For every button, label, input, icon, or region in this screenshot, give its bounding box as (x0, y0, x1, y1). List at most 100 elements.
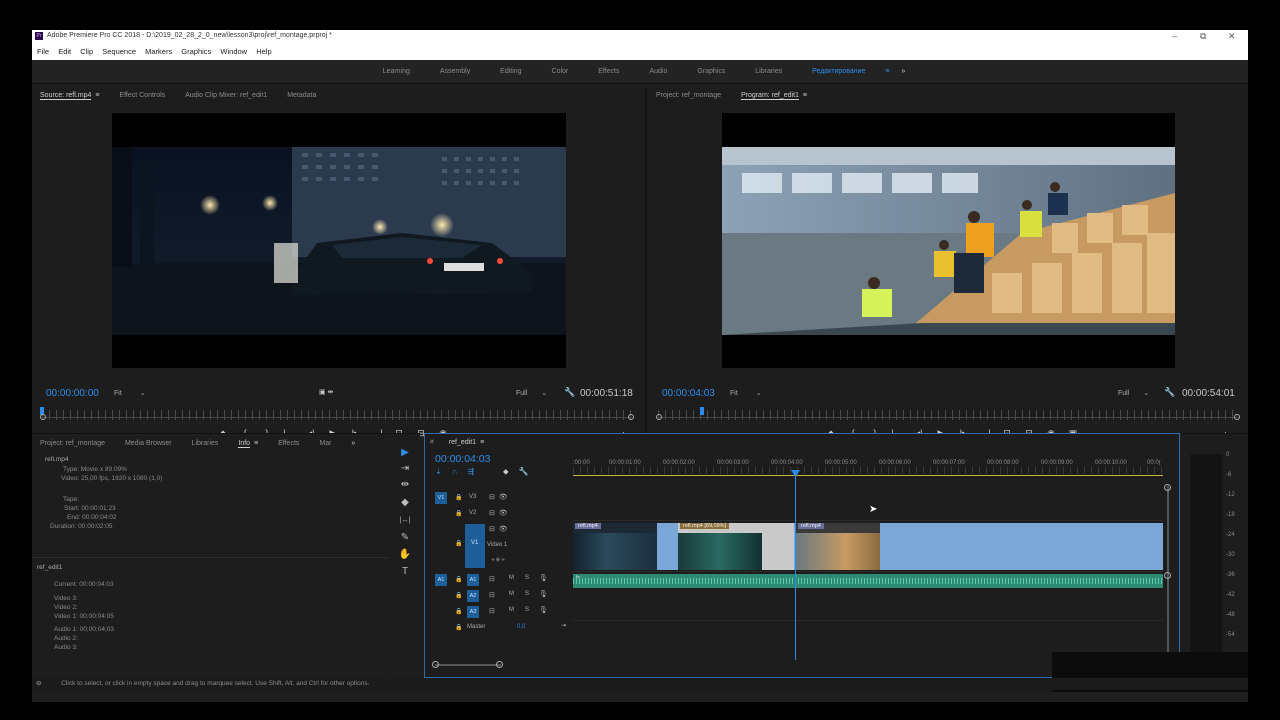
hand-tool-icon[interactable]: ✋ (398, 548, 412, 562)
microphone-icon[interactable]: 🎙 (539, 574, 548, 582)
source-tab-menu-icon[interactable]: ≡ (95, 92, 99, 99)
workspace-redaktirovanie[interactable]: Редактирование (812, 60, 865, 84)
video-clip-selected[interactable]: refl.mp4 [89,09%] (678, 523, 794, 570)
tab-markers[interactable]: Mar (319, 440, 331, 447)
keyframe-nav-icon[interactable]: ◂ ◆ ▸ (491, 556, 505, 563)
workspaces-overflow-icon[interactable]: » (901, 60, 905, 84)
track-a2-target[interactable]: A2 (467, 590, 479, 602)
minimize-icon[interactable]: – (1172, 30, 1177, 42)
program-zoom-bar[interactable] (658, 417, 1238, 418)
microphone-icon[interactable]: 🎙 (539, 590, 548, 598)
selection-tool-icon[interactable]: ▶ (398, 446, 412, 460)
source-patch-v1[interactable]: V1 (435, 492, 447, 504)
slip-tool-icon[interactable]: |↔| (398, 514, 412, 528)
menu-sequence[interactable]: Sequence (102, 47, 136, 56)
go-to-end-icon[interactable]: ⇥ (561, 622, 566, 629)
track-lock-icon[interactable]: 🔒 (455, 576, 462, 583)
workspace-assembly[interactable]: Assembly (440, 60, 470, 84)
timeline-options-icons[interactable]: ⇣∩⇶ (435, 467, 484, 476)
source-quality-dropdown[interactable]: Full ⌄ (516, 389, 547, 397)
audio-clip[interactable]: fx (573, 574, 1163, 588)
wrench-icon[interactable]: 🔧 (1164, 387, 1175, 398)
pen-tool-icon[interactable]: ✎ (398, 531, 412, 545)
toggle-sync-icon[interactable]: ⊟ 👁 (489, 493, 508, 501)
tab-project-montage[interactable]: Project: ref_montage (40, 440, 105, 447)
track-lock-icon[interactable]: 🔒 (455, 540, 462, 547)
mute-button[interactable]: M (509, 591, 514, 597)
zoom-handle-right[interactable] (1234, 414, 1240, 420)
program-playhead[interactable] (700, 407, 704, 415)
type-tool-icon[interactable]: T (398, 565, 412, 579)
mute-button[interactable]: M (509, 607, 514, 613)
timeline-vertical-scrollbar[interactable] (1167, 486, 1169, 656)
close-icon[interactable]: ✕ (1228, 30, 1236, 42)
workspace-color[interactable]: Color (552, 60, 569, 84)
menu-edit[interactable]: Edit (58, 47, 71, 56)
tab-effect-controls[interactable]: Effect Controls (119, 92, 165, 99)
workspace-graphics[interactable]: Graphics (697, 60, 725, 84)
timeline-scrollbar[interactable] (435, 664, 501, 666)
workspace-libraries[interactable]: Libraries (755, 60, 782, 84)
source-fit-dropdown[interactable]: Fit ⌄ (114, 389, 146, 397)
tab-program[interactable]: Program: ref_edit1 (740, 92, 799, 100)
vscroll-handle-top[interactable] (1164, 484, 1171, 491)
program-quality-dropdown[interactable]: Full ⌄ (1118, 389, 1149, 397)
toggle-sync-icon[interactable]: ⊟ 👁 (489, 509, 508, 517)
solo-button[interactable]: S (525, 607, 529, 613)
toggle-sync-icon[interactable]: ⊟ (489, 607, 495, 615)
ripple-edit-tool-icon[interactable]: ⇹ (398, 478, 412, 492)
razor-tool-icon[interactable]: ◆ (398, 496, 412, 510)
workspace-editing[interactable]: Editing (500, 60, 521, 84)
track-a1-target[interactable]: A1 (467, 574, 479, 586)
timeline-timecode[interactable]: 00:00:04:03 (435, 453, 490, 465)
program-timecode[interactable]: 00:00:04:03 (662, 388, 715, 399)
marker-wrench-icons[interactable]: ⬥🔧 (503, 467, 539, 477)
timeline-tab-menu-icon[interactable]: ≡ (480, 439, 484, 446)
timeline-playhead-line[interactable] (795, 475, 796, 660)
microphone-icon[interactable]: 🎙 (539, 606, 548, 614)
scroll-handle-right[interactable] (496, 661, 503, 668)
program-video-frame[interactable] (722, 113, 1175, 368)
tab-metadata[interactable]: Metadata (287, 92, 316, 99)
track-lock-icon[interactable]: 🔒 (455, 608, 462, 615)
tab-ref-edit1[interactable]: ref_edit1 (449, 439, 476, 446)
mute-button[interactable]: M (509, 575, 514, 581)
solo-button[interactable]: S (525, 575, 529, 581)
panel-divider[interactable] (645, 88, 647, 433)
tab-media-browser[interactable]: Media Browser (125, 440, 172, 447)
workspace-audio[interactable]: Audio (649, 60, 667, 84)
tab-source[interactable]: Source: refl.mp4 (40, 92, 92, 100)
source-zoom-bar[interactable] (42, 417, 632, 418)
toggle-sync-icon[interactable]: ⊟ 👁 (489, 525, 508, 533)
tab-project[interactable]: Project: ref_montage (656, 92, 721, 99)
zoom-handle-right[interactable] (628, 414, 634, 420)
menu-file[interactable]: File (37, 47, 49, 56)
track-select-tool-icon[interactable]: ⇥ (398, 462, 412, 476)
menu-graphics[interactable]: Graphics (181, 47, 211, 56)
workspace-menu-icon[interactable]: ≡ (885, 60, 889, 84)
workspace-effects[interactable]: Effects (598, 60, 619, 84)
tab-audio-clip-mixer[interactable]: Audio Clip Mixer: ref_edit1 (185, 92, 267, 99)
track-lock-icon[interactable]: 🔒 (455, 624, 462, 631)
track-lock-icon[interactable]: 🔒 (455, 494, 462, 501)
menu-window[interactable]: Window (220, 47, 247, 56)
master-volume-value[interactable]: 0,0 (517, 624, 525, 630)
solo-button[interactable]: S (525, 591, 529, 597)
menu-markers[interactable]: Markers (145, 47, 172, 56)
toggle-sync-icon[interactable]: ⊟ (489, 575, 495, 583)
workspace-learning[interactable]: Learning (383, 60, 410, 84)
program-scrub-ruler[interactable] (658, 410, 1238, 420)
info-overflow-icon[interactable]: » (351, 440, 355, 447)
time-ruler[interactable]: :00:00 00:00:01:00 00:00:02:00 00:00:03:… (573, 454, 1163, 476)
track-v1-target[interactable] (465, 524, 485, 568)
menu-clip[interactable]: Clip (80, 47, 93, 56)
source-settings-icon[interactable]: ▣ ⇹ (319, 388, 333, 396)
source-video-frame[interactable] (112, 113, 566, 368)
vscroll-handle-bottom[interactable] (1164, 572, 1171, 579)
source-patch-a1[interactable]: A1 (435, 574, 447, 586)
video-clip[interactable]: refl.mp4 (796, 523, 880, 570)
info-tab-menu-icon[interactable]: ≡ (254, 440, 258, 447)
tab-effects[interactable]: Effects (278, 440, 299, 447)
program-tab-menu-icon[interactable]: ≡ (803, 92, 807, 99)
track-lock-icon[interactable]: 🔒 (455, 510, 462, 517)
